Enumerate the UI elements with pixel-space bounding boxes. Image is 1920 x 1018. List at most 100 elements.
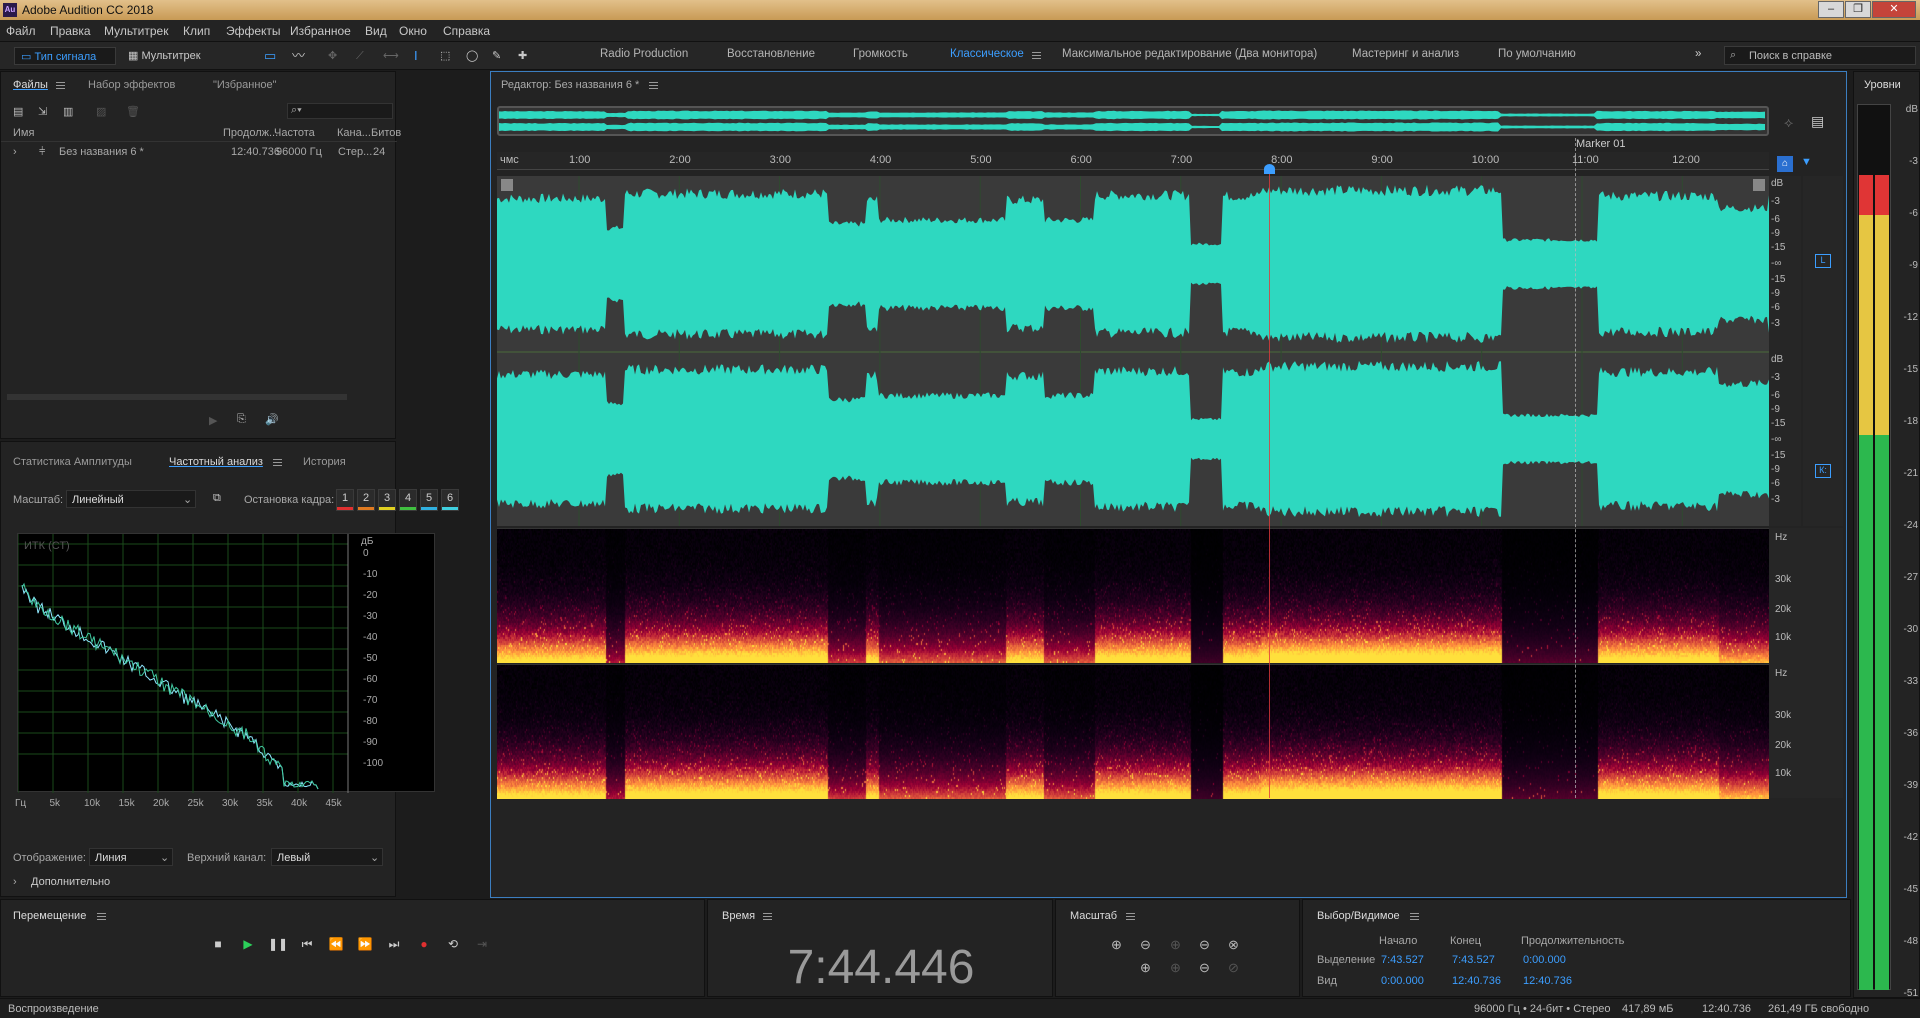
zoom-reset-icon[interactable]: ⊘: [1228, 960, 1239, 976]
spectrogram-left[interactable]: [497, 528, 1769, 663]
time-display[interactable]: 7:44.446: [708, 940, 1054, 995]
transport-menu-icon[interactable]: [97, 913, 106, 920]
menu-view[interactable]: Вид: [365, 24, 387, 38]
workspace-default[interactable]: По умолчанию: [1498, 48, 1576, 60]
tab-files[interactable]: Файлы: [13, 79, 48, 91]
go-to-start-icon[interactable]: ⏮: [297, 934, 317, 954]
insert-icon[interactable]: ▨: [96, 105, 106, 118]
view-start[interactable]: 0:00.000: [1381, 975, 1424, 987]
spectral-pitch-icon[interactable]: 〰: [292, 47, 305, 65]
spectral-display-icon[interactable]: ▭: [264, 47, 276, 65]
import-file-icon[interactable]: ⇲: [38, 105, 47, 118]
expand-icon[interactable]: ›: [13, 146, 17, 158]
zoom-settings-icon[interactable]: ⟡: [1784, 114, 1793, 131]
selection-menu-icon[interactable]: [1410, 913, 1419, 920]
loop-icon[interactable]: ⟲: [443, 934, 463, 954]
rewind-icon[interactable]: ⏪: [326, 934, 346, 954]
selection-start[interactable]: 7:43.527: [1381, 954, 1424, 966]
table-row[interactable]: › ⫩ Без названия 6 * 12:40.736 96000 Гц …: [1, 144, 397, 160]
channel-r-toggle[interactable]: К:: [1815, 464, 1831, 478]
menu-favorites[interactable]: Избранное: [290, 24, 351, 38]
display-select[interactable]: Линия ⌄: [89, 848, 173, 866]
go-to-end-icon[interactable]: ⏭: [384, 934, 404, 954]
zoom-out-full-icon[interactable]: ⊗: [1228, 937, 1239, 953]
time-ruler[interactable]: чмс 1:00 2:00 3:00 4:00 5:00 6:00 7:00 8:00 9:00…: [497, 152, 1769, 170]
freeze-button-5[interactable]: 5: [420, 489, 438, 511]
multitrack-view-button[interactable]: ▦ Мультитрек: [124, 47, 216, 65]
fade-in-handle[interactable]: [501, 179, 513, 191]
playhead-line[interactable]: [1269, 170, 1270, 798]
time-menu-icon[interactable]: [763, 913, 772, 920]
time-selection-tool-icon[interactable]: I: [414, 47, 418, 65]
spectrogram-right[interactable]: [497, 664, 1769, 799]
maximize-button[interactable]: ❐: [1845, 1, 1871, 18]
tab-favorites[interactable]: "Избранное": [213, 79, 277, 91]
minimize-button[interactable]: –: [1818, 1, 1844, 18]
channel-select[interactable]: Левый ⌄: [271, 848, 383, 866]
files-menu-icon[interactable]: [56, 82, 65, 89]
zoom-in-amplitude-icon[interactable]: ⊕: [1111, 937, 1122, 953]
menu-multitrack[interactable]: Мультитрек: [104, 24, 168, 38]
overview-navigator[interactable]: [497, 106, 1769, 136]
zoom-menu-icon[interactable]: [1126, 913, 1135, 920]
play-icon[interactable]: ▶: [238, 934, 258, 954]
tab-effects-rack[interactable]: Набор эффектов: [88, 79, 175, 91]
advanced-expand-icon[interactable]: ›: [13, 876, 17, 888]
menu-help[interactable]: Справка: [443, 24, 490, 38]
fast-forward-icon[interactable]: ⏩: [355, 934, 375, 954]
freeze-button-3[interactable]: 3: [378, 489, 396, 511]
workspace-radio-production[interactable]: Radio Production: [600, 48, 688, 60]
workspace-mastering[interactable]: Мастеринг и анализ: [1352, 48, 1459, 60]
channel-l-toggle[interactable]: L: [1815, 254, 1831, 268]
zoom-to-selection-icon[interactable]: ⊖: [1199, 960, 1210, 976]
marker-icon[interactable]: ▼: [1801, 156, 1812, 168]
slip-tool-icon[interactable]: ⟷: [383, 47, 399, 65]
autoplay-icon[interactable]: 🔊: [265, 413, 279, 426]
menu-file[interactable]: Файл: [6, 24, 36, 38]
menu-clip[interactable]: Клип: [183, 24, 210, 38]
workspace-classic[interactable]: Классическое: [950, 48, 1024, 60]
files-scrollbar[interactable]: [7, 394, 347, 400]
selection-end[interactable]: 7:43.527: [1452, 954, 1495, 966]
view-end[interactable]: 12:40.736: [1452, 975, 1501, 987]
freeze-button-1[interactable]: 1: [336, 489, 354, 511]
menu-window[interactable]: Окно: [399, 24, 427, 38]
workspace-restoration[interactable]: Восстановление: [727, 48, 815, 60]
snap-icon[interactable]: ⌂: [1777, 156, 1793, 172]
new-file-icon[interactable]: ▥: [63, 105, 73, 118]
stop-icon[interactable]: ■: [208, 934, 228, 954]
razor-tool-icon[interactable]: ⟋: [356, 47, 364, 65]
zoom-in-time-icon[interactable]: ⊕: [1170, 937, 1181, 953]
close-button[interactable]: ✕: [1872, 1, 1916, 18]
playhead-handle[interactable]: [1264, 164, 1275, 174]
selection-duration[interactable]: 0:00.000: [1523, 954, 1566, 966]
analysis-menu-icon[interactable]: [273, 459, 282, 466]
files-search-input[interactable]: ⌕▾: [287, 103, 393, 119]
skip-icon[interactable]: ⇥: [472, 934, 492, 954]
move-tool-icon[interactable]: ✥: [328, 47, 337, 65]
zoom-out-time-icon[interactable]: ⊖: [1199, 937, 1210, 953]
waveform-area[interactable]: [497, 176, 1769, 526]
fade-out-handle[interactable]: [1753, 179, 1765, 191]
loop-file-icon[interactable]: ⎘: [237, 413, 246, 426]
panel-settings-icon[interactable]: ▤: [1811, 113, 1824, 130]
freeze-button-2[interactable]: 2: [357, 489, 375, 511]
zoom-selection-icon[interactable]: ⊕: [1170, 960, 1181, 976]
delete-icon[interactable]: 🗑: [126, 105, 140, 118]
menu-effects[interactable]: Эффекты: [226, 24, 281, 38]
tab-amplitude-stats[interactable]: Статистика Амплитуды: [13, 456, 132, 468]
workspace-max-editing[interactable]: Максимальное редактирование (Два монитор…: [1062, 48, 1317, 60]
pause-icon[interactable]: ❚❚: [268, 934, 288, 954]
menu-edit[interactable]: Правка: [50, 24, 91, 38]
marker-label[interactable]: Marker 01: [1576, 138, 1626, 150]
brush-tool-icon[interactable]: ✎: [492, 47, 501, 65]
lasso-tool-icon[interactable]: ◯: [466, 47, 478, 65]
scale-select[interactable]: Линейный ⌄: [66, 490, 196, 508]
tab-history[interactable]: История: [303, 456, 346, 468]
tab-frequency-analysis[interactable]: Частотный анализ: [169, 456, 263, 468]
zoom-out-amplitude-icon[interactable]: ⊖: [1140, 937, 1151, 953]
copy-graph-icon[interactable]: ⧉: [213, 492, 221, 505]
record-icon[interactable]: ●: [414, 934, 434, 954]
waveform-view-button[interactable]: ▭ Тип сигнала: [14, 47, 116, 65]
workspace-menu-icon[interactable]: [1032, 52, 1041, 59]
